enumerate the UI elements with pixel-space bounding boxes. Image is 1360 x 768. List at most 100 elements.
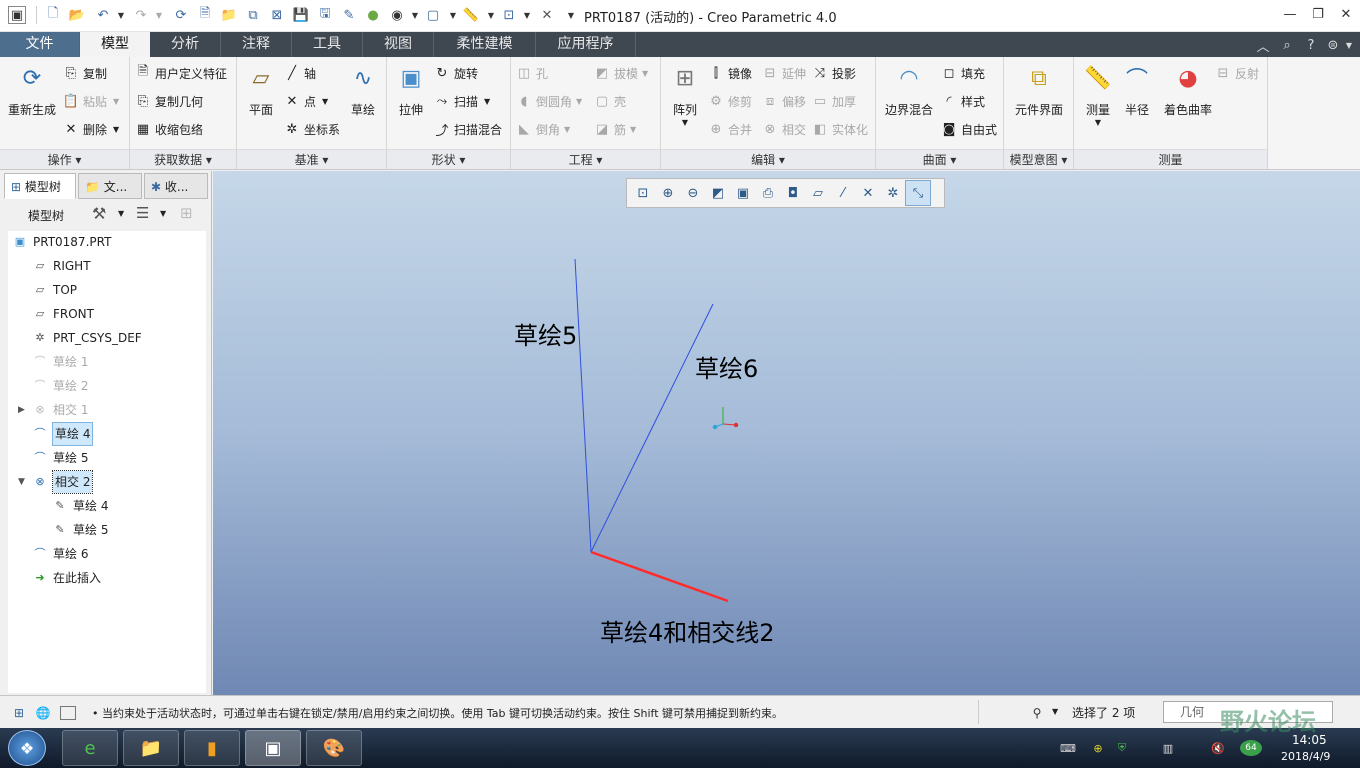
chamfer-button[interactable]: ◣ 倒角 ▼ [515, 117, 570, 141]
redo-icon[interactable]: ↷ [132, 6, 150, 24]
intersect-button[interactable]: ⊗ 相交 [761, 117, 806, 141]
start-button[interactable]: ❖ [8, 730, 46, 766]
point-button[interactable]: ✕ 点 ▼ [283, 89, 329, 113]
tab-analysis[interactable]: 分析 [150, 32, 221, 57]
sketch-button[interactable]: ∿ 草绘 [343, 61, 383, 118]
sketch6-curve[interactable] [590, 303, 714, 553]
csys-button[interactable]: ✲ 坐标系 [283, 117, 340, 141]
extrude-button[interactable]: ▣ 拉伸 [391, 61, 431, 118]
copy-button[interactable]: ⎘ 复制 [62, 61, 107, 85]
tab-favorites[interactable]: ✱ 收... [144, 173, 208, 199]
cube-icon[interactable]: ▢ [424, 6, 442, 24]
group-label[interactable]: 工程 ▾ [511, 149, 660, 169]
volume-muted-icon[interactable]: 🔇 [1210, 740, 1226, 756]
dropdown-icon[interactable]: ▼ [406, 6, 424, 24]
sketch5-curve[interactable] [574, 258, 592, 553]
tree-item-sketch-6[interactable]: ⌒ 草绘 6 [32, 543, 89, 565]
style-button[interactable]: ◜ 样式 [940, 89, 985, 113]
search-icon[interactable]: ⌕ [1278, 36, 1296, 54]
rib-button[interactable]: ◪ 筋 ▼ [593, 117, 636, 141]
draft-button[interactable]: ◩ 拔模 ▼ [593, 61, 648, 85]
collapse-arrow-icon[interactable]: ▼ [18, 477, 25, 487]
dropdown-icon[interactable]: ▼ [118, 209, 124, 218]
fill-button[interactable]: ◻ 填充 [940, 61, 985, 85]
filter-icon[interactable]: ⊞ [180, 204, 193, 222]
library-icon[interactable]: ▮ [184, 730, 240, 766]
find-icon[interactable]: ⚲ [1028, 704, 1046, 722]
copy-geometry-button[interactable]: ⎘ 复制几何 [134, 89, 203, 113]
group-label[interactable]: 获取数据 ▾ [130, 149, 236, 169]
network-icon[interactable]: ▥ [1160, 740, 1176, 756]
regenerate-button[interactable]: ⟳ 重新生成 [4, 61, 60, 118]
freestyle-button[interactable]: ◙ 自由式 [940, 117, 997, 141]
folder-open-icon[interactable]: 📁 [220, 6, 238, 24]
tab-model-tree[interactable]: ⊞ 模型树 [4, 173, 76, 199]
revolve-button[interactable]: ↻ 旋转 [433, 61, 478, 85]
redo-dropdown-icon[interactable]: ▼ [150, 6, 168, 24]
solidify-button[interactable]: ◧ 实体化 [811, 117, 868, 141]
tree-item-sketch-5[interactable]: ⌒ 草绘 5 [32, 447, 89, 469]
appearance-icon[interactable]: ● [364, 6, 382, 24]
windows-icon[interactable]: ⧉ [244, 6, 262, 24]
save-as-icon[interactable]: 🖫 [316, 6, 334, 24]
project-button[interactable]: ⤨ 投影 [811, 61, 856, 85]
toggle-navigator-icon[interactable]: ⊞ [10, 704, 28, 722]
hole-button[interactable]: ◫ 孔 [515, 61, 548, 85]
tree-item-insert-here[interactable]: ➜ 在此插入 [32, 567, 101, 589]
udf-button[interactable]: 🗎 用户定义特征 [134, 61, 227, 85]
customize-dropdown-icon[interactable]: ▼ [562, 6, 580, 24]
tab-annotate[interactable]: 注释 [221, 32, 292, 57]
close-icon[interactable]: ✕ [1332, 3, 1360, 25]
radius-button[interactable]: ⌒ 半径 [1120, 61, 1154, 118]
boundary-blend-button[interactable]: ◠ 边界混合 [880, 61, 938, 118]
tree-item-child-sketch-5[interactable]: ✎ 草绘 5 [52, 519, 108, 541]
group-label[interactable]: 形状 ▾ [387, 149, 510, 169]
mirror-button[interactable]: ⫿ 镜像 [707, 61, 752, 85]
tab-tools[interactable]: 工具 [292, 32, 363, 57]
reflection-button[interactable]: ⊟ 反射 [1214, 61, 1259, 85]
round-button[interactable]: ◖ 倒圆角 ▼ [515, 89, 583, 113]
browser-icon[interactable]: 🌐 [34, 704, 52, 722]
expand-arrow-icon[interactable]: ▶ [18, 405, 25, 415]
tree-item-right[interactable]: ▱ RIGHT [32, 255, 91, 277]
full-screen-icon[interactable] [60, 706, 76, 720]
save-icon[interactable]: 💾 [292, 6, 310, 24]
undo-dropdown-icon[interactable]: ▼ [112, 6, 130, 24]
shell-button[interactable]: ▢ 壳 [593, 89, 626, 113]
dropdown-icon[interactable]: ▼ [518, 6, 536, 24]
dropdown-icon[interactable]: ▼ [1340, 36, 1358, 54]
clock-date[interactable]: 2018/4/9 [1281, 750, 1330, 763]
minimize-icon[interactable]: — [1276, 3, 1304, 25]
trim-button[interactable]: ⚙ 修剪 [707, 89, 752, 113]
undo-icon[interactable]: ↶ [94, 6, 112, 24]
ruler-icon[interactable]: 📏 [462, 6, 480, 24]
tab-model[interactable]: 模型 [80, 32, 150, 57]
erase-icon[interactable]: ✎ [340, 6, 358, 24]
tree-item-intersect-2[interactable]: ⊗ 相交 2 [32, 470, 94, 494]
plane-button[interactable]: ▱ 平面 [241, 61, 281, 118]
collapse-ribbon-icon[interactable]: ︿ [1254, 36, 1272, 55]
pattern-button[interactable]: ⊞ 阵列 ▼ [665, 61, 705, 128]
shield-icon[interactable]: ⛨ [1114, 740, 1130, 756]
tab-file[interactable]: 文件 [0, 32, 80, 57]
intersection-curve[interactable] [590, 550, 729, 603]
close-window-icon[interactable]: ⊠ [268, 6, 286, 24]
tree-item-sketch-1[interactable]: ⌒ 草绘 1 [32, 351, 89, 373]
group-label[interactable]: 编辑 ▾ [661, 149, 875, 169]
shrinkwrap-button[interactable]: ▦ 收缩包络 [134, 117, 203, 141]
extend-button[interactable]: ⊟ 延伸 [761, 61, 806, 85]
show-icon[interactable]: ☰ [136, 204, 149, 222]
dropdown-icon[interactable]: ▼ [1052, 707, 1058, 716]
sphere-icon[interactable]: ◉ [388, 6, 406, 24]
close-x-icon[interactable]: ✕ [538, 6, 556, 24]
view-icon[interactable]: ⊡ [500, 6, 518, 24]
tree-item-sketch-2[interactable]: ⌒ 草绘 2 [32, 375, 89, 397]
creo-icon[interactable]: ▣ [245, 730, 301, 766]
selection-count[interactable]: 选择了 2 项 [1072, 704, 1135, 721]
paint-icon[interactable]: 🎨 [306, 730, 362, 766]
component-interface-button[interactable]: ⧉ 元件界面 [1008, 61, 1070, 118]
tree-item-sketch-4[interactable]: ⌒ 草绘 4 [32, 422, 94, 446]
thicken-button[interactable]: ▭ 加厚 [811, 89, 856, 113]
group-label[interactable]: 曲面 ▾ [876, 149, 1003, 169]
new-icon[interactable]: 🗋 [44, 6, 62, 24]
